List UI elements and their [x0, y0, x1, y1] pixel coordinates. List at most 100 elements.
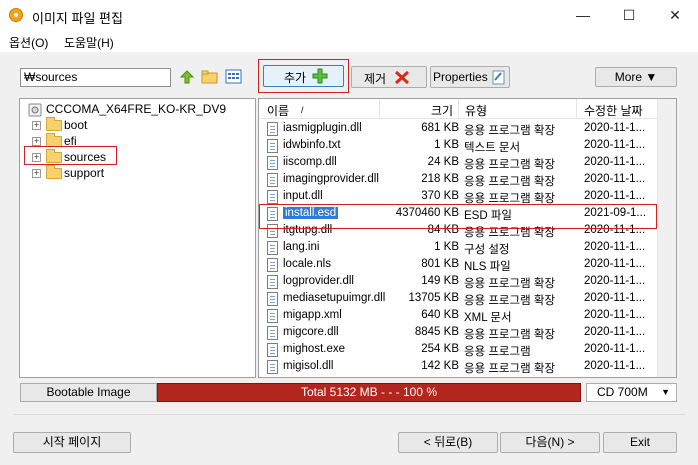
file-row[interactable]: migapp.xml 640 KB XML 문서 2020-11-1... [259, 308, 657, 325]
file-size: 681 KB [421, 122, 459, 134]
menu-options[interactable]: 옵션(O) [9, 34, 48, 51]
media-size-select[interactable]: CD 700M ▼ [586, 383, 677, 402]
start-page-button[interactable]: 시작 페이지 [13, 432, 131, 453]
file-size: 24 KB [427, 156, 459, 168]
file-name: idwbinfo.txt [283, 139, 341, 151]
file-icon [267, 156, 278, 170]
file-type: 응용 프로그램 확장 [464, 125, 556, 137]
new-folder-icon[interactable] [201, 68, 219, 86]
file-date: 2020-11-1... [584, 173, 646, 185]
file-size: 370 KB [421, 190, 459, 202]
file-name: lang.ini [283, 241, 320, 253]
install-esd-highlight [259, 204, 657, 229]
plus-icon [312, 68, 328, 87]
app-icon [9, 8, 23, 22]
column-divider[interactable] [379, 99, 380, 119]
file-name: imagingprovider.dll [283, 173, 379, 185]
close-button[interactable]: ✕ [652, 0, 698, 31]
progress-text: Total 5132 MB - - - 100 % [300, 385, 438, 399]
properties-button-label: Properties [433, 70, 488, 84]
file-type: 응용 프로그램 확장 [464, 363, 556, 375]
file-size: 640 KB [421, 309, 459, 321]
file-icon [267, 360, 278, 374]
bootable-image-button[interactable]: Bootable Image [20, 383, 157, 402]
file-row[interactable]: mediasetupuimgr.dll 13705 KB 응용 프로그램 확장 202… [259, 291, 657, 308]
file-icon [267, 122, 278, 136]
menu-bar: 옵션(O) 도움말(H) [0, 31, 698, 52]
file-name: input.dll [283, 190, 323, 202]
disc-icon [28, 103, 42, 120]
properties-icon [492, 70, 506, 88]
properties-button[interactable]: Properties [430, 66, 510, 88]
add-button-label: 추가 [284, 71, 307, 85]
file-row[interactable]: lang.ini 1 KB 구성 설정 2020-11-1... [259, 240, 657, 257]
back-button[interactable]: < 뒤로(B) [398, 432, 498, 453]
file-type: 응용 프로그램 [464, 346, 531, 358]
file-size: 254 KB [421, 343, 459, 355]
remove-button[interactable]: 제거 [351, 66, 427, 88]
red-x-icon [394, 70, 410, 88]
path-field[interactable]: ₩sources [20, 68, 171, 87]
file-name: logprovider.dll [283, 275, 354, 287]
file-date: 2020-11-1... [584, 139, 646, 151]
exit-button[interactable]: Exit [603, 432, 677, 453]
vertical-scrollbar[interactable] [657, 99, 676, 377]
file-type: 텍스트 문서 [464, 142, 521, 154]
file-size: 218 KB [421, 173, 459, 185]
expand-icon[interactable]: + [32, 121, 41, 130]
file-row[interactable]: iasmigplugin.dll 681 KB 응용 프로그램 확장 2020-11-… [259, 121, 657, 138]
file-date: 2020-11-1... [584, 190, 646, 202]
file-name: iasmigplugin.dll [283, 122, 362, 134]
file-row[interactable]: mighost.exe 254 KB 응용 프로그램 2020-11-1... [259, 342, 657, 359]
view-mode-icon[interactable] [225, 68, 243, 86]
maximize-button[interactable]: ☐ [606, 0, 652, 31]
file-type: 응용 프로그램 확장 [464, 278, 556, 290]
file-row[interactable]: imagingprovider.dll 218 KB 응용 프로그램 확장 2020-… [259, 172, 657, 189]
column-name[interactable]: 이름 [267, 102, 289, 119]
minimize-button[interactable]: — [560, 0, 606, 31]
add-button[interactable]: 추가 [263, 65, 344, 87]
file-list: 이름 / 크기 유형 수정한 날짜 iasmigplugin.dll 681 KB… [258, 98, 677, 378]
file-icon [267, 190, 278, 204]
file-icon [267, 173, 278, 187]
more-button[interactable]: More ▼ [595, 67, 677, 87]
column-type[interactable]: 유형 [465, 102, 487, 119]
expand-icon[interactable]: + [32, 137, 41, 146]
list-header: 이름 / 크기 유형 수정한 날짜 [259, 99, 657, 119]
file-row[interactable]: migcore.dll 8845 KB 응용 프로그램 확장 2020-11-1... [259, 325, 657, 342]
column-divider[interactable] [458, 99, 459, 119]
file-row[interactable]: locale.nls 801 KB NLS 파일 2020-11-1... [259, 257, 657, 274]
media-size-value: CD 700M [597, 385, 648, 399]
file-date: 2020-11-1... [584, 326, 646, 338]
file-icon [267, 275, 278, 289]
file-type: 응용 프로그램 확장 [464, 295, 556, 307]
file-icon [267, 258, 278, 272]
file-icon [267, 139, 278, 153]
expand-icon[interactable]: + [32, 169, 41, 178]
file-type: XML 문서 [464, 312, 512, 324]
file-row[interactable]: idwbinfo.txt 1 KB 텍스트 문서 2020-11-1... [259, 138, 657, 155]
file-date: 2020-11-1... [584, 122, 646, 134]
file-row[interactable]: iiscomp.dll 24 KB 응용 프로그램 확장 2020-11-1... [259, 155, 657, 172]
column-date[interactable]: 수정한 날짜 [584, 102, 643, 119]
file-name: locale.nls [283, 258, 331, 270]
file-size: 149 KB [421, 275, 459, 287]
column-size[interactable]: 크기 [431, 102, 453, 119]
file-size: 801 KB [421, 258, 459, 270]
menu-help[interactable]: 도움말(H) [64, 34, 114, 51]
folder-icon [46, 117, 62, 131]
file-row[interactable]: logprovider.dll 149 KB 응용 프로그램 확장 2020-11-1… [259, 274, 657, 291]
file-name: migcore.dll [283, 326, 339, 338]
file-row[interactable]: migisol.dll 142 KB 응용 프로그램 확장 2020-11-1... [259, 359, 657, 376]
file-icon [267, 241, 278, 255]
file-icon [267, 292, 278, 306]
application-icon [267, 343, 278, 357]
file-date: 2020-11-1... [584, 258, 646, 270]
file-date: 2020-11-1... [584, 156, 646, 168]
next-button[interactable]: 다음(N) > [500, 432, 600, 453]
column-divider[interactable] [576, 99, 577, 119]
up-folder-icon[interactable] [178, 68, 196, 86]
file-icon [267, 309, 278, 323]
file-icon [267, 326, 278, 340]
file-type: NLS 파일 [464, 261, 511, 273]
